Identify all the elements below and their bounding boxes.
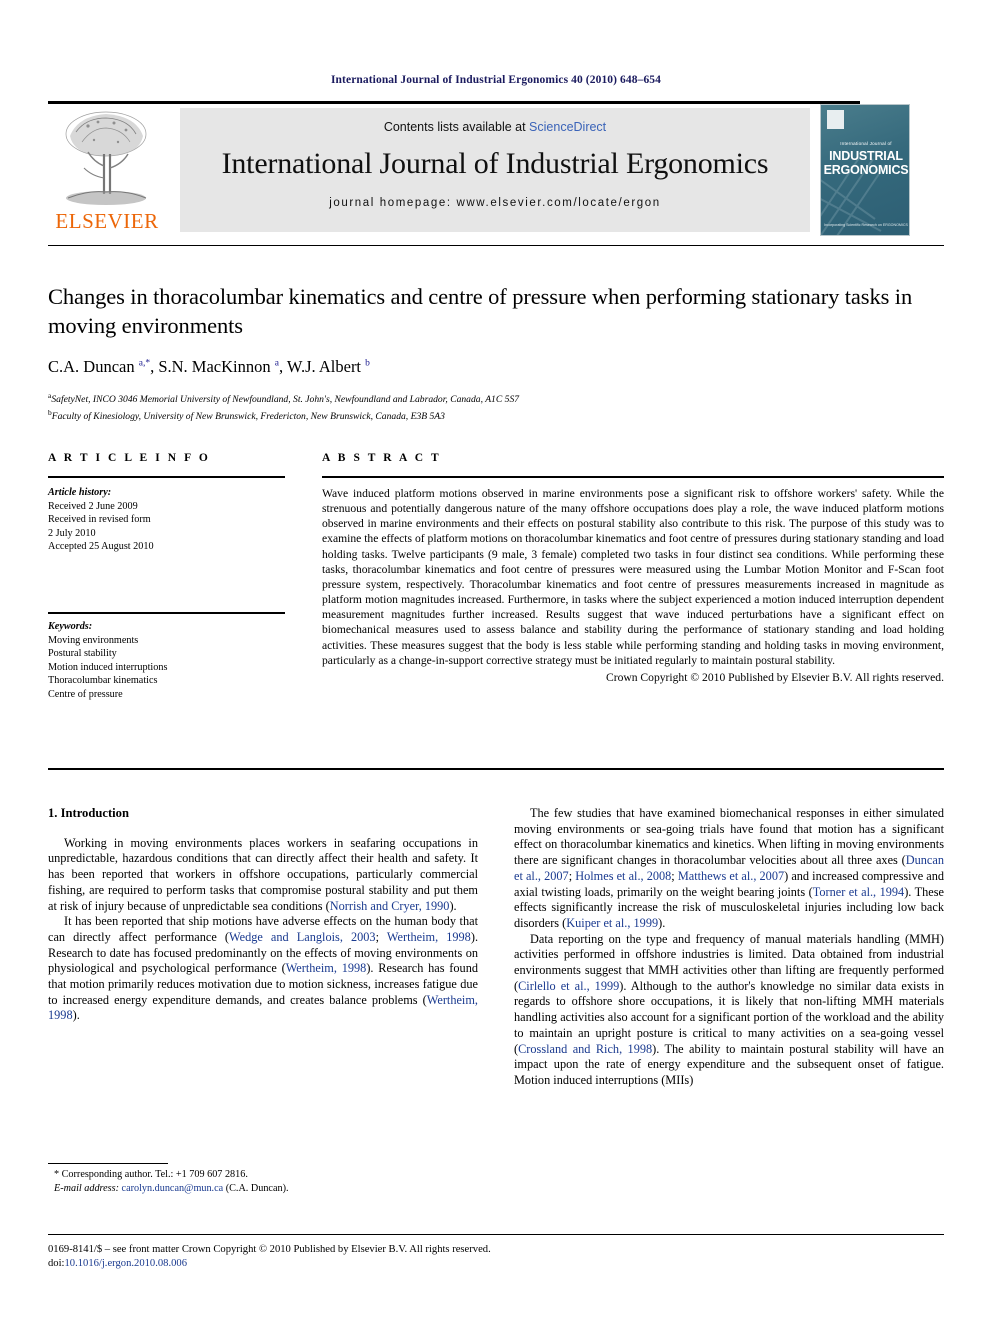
cover-title-line2: ERGONOMICS [823, 163, 909, 177]
cover-supertitle: International Journal of [840, 141, 892, 146]
article-history-item: Received 2 June 2009 [48, 500, 138, 512]
right-paragraphs: The few studies that have examined biome… [514, 806, 944, 1089]
introduction-heading: 1. Introduction [48, 806, 129, 820]
page-bottom-rule [48, 1234, 944, 1235]
title-block: Changes in thoracolumbar kinematics and … [48, 282, 944, 424]
abstract-heading: A B S T R A C T [322, 452, 442, 464]
contents-available-line: Contents lists available at ScienceDirec… [180, 120, 810, 134]
affiliation-b: bFaculty of Kinesiology, University of N… [48, 407, 445, 422]
imprint-line: 0169-8141/$ – see front matter Crown Cop… [48, 1244, 491, 1255]
citation-link[interactable]: Kuiper et al., 1999 [566, 916, 658, 930]
keyword-item: Centre of pressure [48, 688, 123, 700]
info-abstract-section: A R T I C L E I N F O A B S T R A C T Ar… [48, 452, 944, 770]
journal-homepage-link[interactable]: journal homepage: www.elsevier.com/locat… [180, 197, 810, 209]
masthead-bottom-rule [48, 245, 944, 246]
citation-link[interactable]: Wertheim, 1998 [387, 930, 471, 944]
citation-link[interactable]: Wedge and Langlois, 2003 [229, 930, 376, 944]
cover-title-line1: INDUSTRIAL [829, 149, 903, 163]
citation-link[interactable]: Matthews et al., 2007 [678, 869, 784, 883]
sciencedirect-link[interactable]: ScienceDirect [529, 120, 606, 134]
email-label: E-mail address: [54, 1182, 119, 1194]
citation-link[interactable]: Crossland and Rich, 1998 [518, 1042, 652, 1056]
author-list: C.A. Duncan a,*, S.N. MacKinnon a, W.J. … [48, 357, 370, 376]
cover-publisher-badge [827, 110, 844, 129]
keyword-item: Motion induced interruptions [48, 661, 168, 673]
cover-title: INDUSTRIAL ERGONOMICS [821, 149, 909, 177]
article-info-rule [48, 476, 285, 478]
doi-label: doi: [48, 1258, 65, 1269]
doi-link[interactable]: 10.1016/j.ergon.2010.08.006 [64, 1258, 187, 1269]
article-history-item: 2 July 2010 [48, 527, 96, 539]
citation-link[interactable]: Torner et al., 1994 [813, 885, 905, 899]
journal-banner: Contents lists available at ScienceDirec… [180, 108, 810, 232]
masthead: ELSEVIER Contents lists available at Sci… [48, 104, 944, 236]
footnotes: * Corresponding author. Tel.: +1 709 607… [48, 1168, 478, 1195]
keywords-block: Keywords: Moving environments Postural st… [48, 620, 285, 702]
keyword-item: Thoracolumbar kinematics [48, 675, 158, 687]
paper-page: International Journal of Industrial Ergo… [0, 0, 992, 1323]
abstract-copyright: Crown Copyright © 2010 Published by Else… [605, 670, 944, 684]
abstract-bottom-rule [48, 768, 944, 770]
citation-link[interactable]: Cirlello et al., 1999 [518, 979, 619, 993]
column-right: The few studies that have examined biome… [514, 806, 944, 1089]
journal-title: International Journal of Industrial Ergo… [221, 147, 769, 180]
section-headings: A R T I C L E I N F O A B S T R A C T [48, 452, 944, 472]
elsevier-tree-icon [65, 111, 147, 205]
keywords-list: Moving environments Postural stability Mot… [48, 634, 285, 702]
abstract-rule [322, 476, 944, 478]
paragraph-text: ). [658, 915, 666, 930]
body-paragraph: The few studies that have examined biome… [514, 806, 944, 932]
article-history-item: Accepted 25 August 2010 [48, 541, 154, 553]
affiliation-b-text: Faculty of Kinesiology, University of Ne… [51, 410, 445, 422]
page-title: Changes in thoracolumbar kinematics and … [48, 284, 913, 338]
article-history-item: Received in revised form [48, 514, 151, 526]
footnote-rule [48, 1163, 168, 1164]
body-paragraph: Data reporting on the type and frequency… [514, 932, 944, 1089]
elsevier-logo: ELSEVIER [48, 106, 166, 234]
doi-line: doi:10.1016/j.ergon.2010.08.006 [48, 1257, 944, 1271]
article-history-block: Article history: Received 2 June 2009 Rec… [48, 486, 285, 554]
paragraph-text: ). [72, 1008, 80, 1023]
left-paragraphs: Working in moving environments places wo… [48, 836, 478, 1024]
elsevier-wordmark: ELSEVIER [55, 209, 159, 233]
body-paragraph: It has been reported that ship motions h… [48, 914, 478, 1024]
column-left: 1. Introduction Working in moving enviro… [48, 806, 478, 1024]
body-paragraph: Working in moving environments places wo… [48, 836, 478, 915]
keyword-item: Moving environments [48, 634, 139, 646]
contents-prefix: Contents lists available at [383, 120, 530, 134]
article-history-label: Article history: [48, 487, 112, 498]
citation-link[interactable]: Norrish and Cryer, 1990 [330, 899, 450, 913]
abstract-text: Wave induced platform motions observed i… [322, 487, 944, 667]
cover-footer-text: Incorporating Scientific Research on ERG… [824, 223, 908, 227]
email-note: E-mail address: carolyn.duncan@mun.ca (C… [48, 1182, 478, 1196]
article-history-list: Received 2 June 2009 Received in revised … [48, 500, 285, 554]
email-link[interactable]: carolyn.duncan@mun.ca [122, 1183, 224, 1194]
imprint-block: 0169-8141/$ – see front matter Crown Cop… [48, 1243, 944, 1271]
affiliation-a: aSafetyNet, INCO 3046 Memorial Universit… [48, 391, 520, 406]
abstract-body: Wave induced platform motions observed i… [322, 486, 944, 685]
paragraph-text: ; [375, 929, 387, 944]
paragraph-text: The few studies that have examined biome… [514, 806, 944, 868]
citation-link[interactable]: Wertheim, 1998 [286, 961, 367, 975]
citation-link[interactable]: Holmes et al., 2008 [575, 869, 671, 883]
keyword-item: Postural stability [48, 648, 117, 660]
journal-cover-thumbnail: International Journal of INDUSTRIAL ERGO… [820, 104, 910, 236]
keywords-label: Keywords: [48, 621, 93, 632]
corresponding-author-note: * Corresponding author. Tel.: +1 709 607… [54, 1169, 248, 1180]
article-info-heading: A R T I C L E I N F O [48, 452, 211, 464]
keywords-rule [48, 612, 285, 614]
affiliation-a-text: SafetyNet, INCO 3046 Memorial University… [51, 394, 520, 406]
paragraph-text: ). [449, 898, 457, 913]
email-suffix: (C.A. Duncan). [225, 1182, 289, 1194]
affiliation-list: aSafetyNet, INCO 3046 Memorial Universit… [48, 390, 944, 424]
running-head: International Journal of Industrial Ergo… [330, 74, 661, 86]
